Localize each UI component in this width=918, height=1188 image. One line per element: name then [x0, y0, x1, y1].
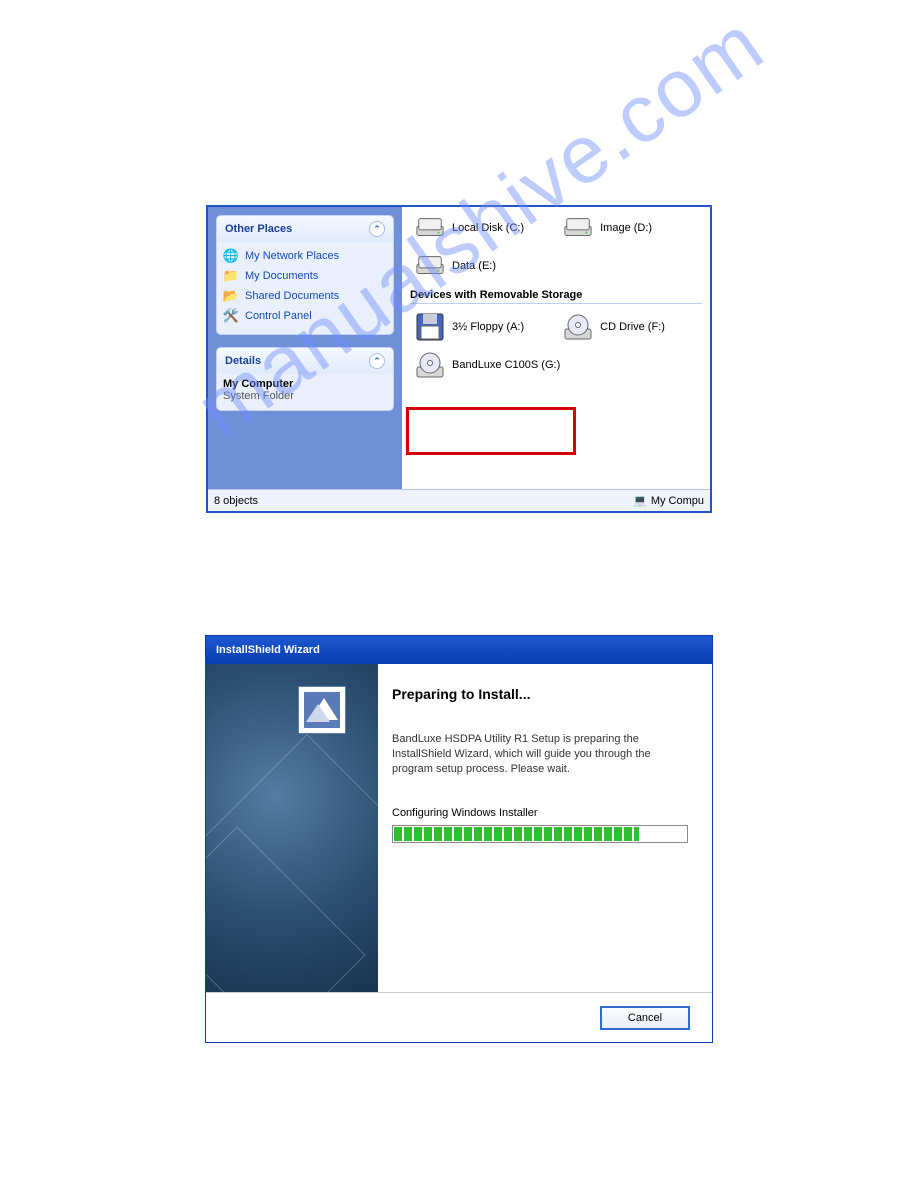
wizard-title-text: InstallShield Wizard — [216, 644, 320, 656]
other-places-body: 🌐 My Network Places 📁 My Documents 📂 Sha… — [217, 242, 393, 334]
sidebar: Other Places ⌃ 🌐 My Network Places 📁 My … — [208, 207, 402, 489]
drive-image-d[interactable]: Image (D:) — [558, 213, 656, 243]
details-title: Details — [225, 355, 261, 367]
wizard-status-text: Configuring Windows Installer — [392, 807, 688, 819]
highlight-rectangle — [406, 407, 576, 455]
shared-documents-icon: 📂 — [223, 288, 239, 304]
wizard-footer: Cancel — [206, 992, 712, 1042]
details-body: My Computer System Folder — [217, 374, 393, 410]
cancel-button[interactable]: Cancel — [600, 1006, 690, 1030]
wizard-description: BandLuxe HSDPA Utility R1 Setup is prepa… — [392, 732, 688, 777]
sidebar-link-network-places[interactable]: 🌐 My Network Places — [223, 246, 387, 266]
hard-disk-icon — [414, 215, 446, 241]
drive-data-e[interactable]: Data (E:) — [410, 251, 500, 281]
sidebar-link-label: My Network Places — [245, 250, 339, 262]
my-documents-icon: 📁 — [223, 268, 239, 284]
removable-row-2: BandLuxe C100S (G:) — [410, 350, 702, 380]
wizard-left-graphic — [206, 664, 378, 992]
sidebar-link-shared-documents[interactable]: 📂 Shared Documents — [223, 286, 387, 306]
other-places-title: Other Places — [225, 223, 292, 235]
content-pane: Local Disk (C:) Image (D:) Data (E:) — [402, 207, 710, 489]
details-item-name: My Computer — [223, 378, 387, 390]
explorer-body: Other Places ⌃ 🌐 My Network Places 📁 My … — [208, 207, 710, 489]
details-item-type: System Folder — [223, 390, 387, 402]
status-right: 💻 My Compu — [633, 494, 704, 507]
my-computer-window: Other Places ⌃ 🌐 My Network Places 📁 My … — [206, 205, 712, 513]
sidebar-link-control-panel[interactable]: 🛠️ Control Panel — [223, 306, 387, 326]
drive-cd-f[interactable]: CD Drive (F:) — [558, 312, 669, 342]
installshield-wizard: InstallShield Wizard Preparing to Instal… — [205, 635, 713, 1043]
wizard-right-content: Preparing to Install... BandLuxe HSDPA U… — [378, 664, 712, 992]
my-computer-icon: 💻 — [633, 494, 647, 507]
drive-label: Local Disk (C:) — [452, 222, 524, 234]
hard-disk-icon — [562, 215, 594, 241]
details-header[interactable]: Details ⌃ — [217, 348, 393, 374]
installshield-logo-icon — [298, 686, 346, 734]
wizard-body: Preparing to Install... BandLuxe HSDPA U… — [206, 664, 712, 992]
floppy-drive-icon — [414, 314, 446, 340]
drive-label: Data (E:) — [452, 260, 496, 272]
other-places-panel: Other Places ⌃ 🌐 My Network Places 📁 My … — [216, 215, 394, 335]
removable-row-1: 3½ Floppy (A:) CD Drive (F:) — [410, 312, 702, 342]
progress-bar — [392, 825, 688, 843]
chevron-up-icon[interactable]: ⌃ — [369, 353, 385, 369]
sidebar-link-label: My Documents — [245, 270, 318, 282]
drive-local-c[interactable]: Local Disk (C:) — [410, 213, 528, 243]
control-panel-icon: 🛠️ — [223, 308, 239, 324]
drive-floppy-a[interactable]: 3½ Floppy (A:) — [410, 312, 528, 342]
chevron-up-icon[interactable]: ⌃ — [369, 221, 385, 237]
removable-storage-header: Devices with Removable Storage — [410, 289, 702, 304]
drive-label: 3½ Floppy (A:) — [452, 321, 524, 333]
drive-label: CD Drive (F:) — [600, 321, 665, 333]
hard-disk-icon — [414, 253, 446, 279]
details-panel: Details ⌃ My Computer System Folder — [216, 347, 394, 411]
wizard-title-bar: InstallShield Wizard — [206, 636, 712, 664]
cancel-button-label: Cancel — [628, 1012, 662, 1024]
drive-bandluxe-g[interactable]: BandLuxe C100S (G:) — [410, 350, 564, 380]
cd-drive-icon — [562, 314, 594, 340]
drive-label: BandLuxe C100S (G:) — [452, 359, 560, 371]
wizard-heading: Preparing to Install... — [392, 686, 688, 702]
other-places-header[interactable]: Other Places ⌃ — [217, 216, 393, 242]
drive-label: Image (D:) — [600, 222, 652, 234]
status-left-text: 8 objects — [214, 495, 258, 507]
status-bar: 8 objects 💻 My Compu — [208, 489, 710, 511]
hard-drives-row-1: Local Disk (C:) Image (D:) — [410, 213, 702, 243]
progress-fill — [394, 827, 639, 841]
sidebar-link-my-documents[interactable]: 📁 My Documents — [223, 266, 387, 286]
status-right-text: My Compu — [651, 495, 704, 507]
cd-drive-icon — [414, 352, 446, 378]
hard-drives-row-2: Data (E:) — [410, 251, 702, 281]
network-places-icon: 🌐 — [223, 248, 239, 264]
sidebar-link-label: Control Panel — [245, 310, 312, 322]
sidebar-link-label: Shared Documents — [245, 290, 339, 302]
